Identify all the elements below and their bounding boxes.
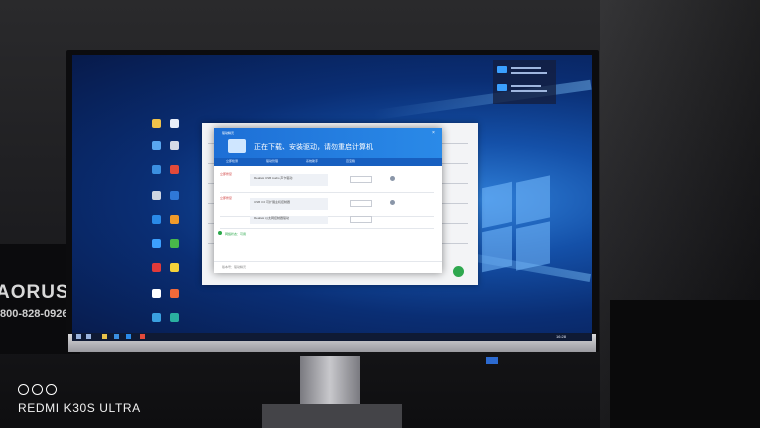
row-label: 立即修复 <box>220 196 233 200</box>
shield-icon <box>228 139 246 153</box>
network-status: 网络状态：可用 <box>225 232 247 236</box>
brand-mark <box>486 357 498 364</box>
start-icon[interactable] <box>76 334 81 339</box>
footer-text: 版本号：驱动精灵 <box>222 265 247 269</box>
explorer-icon[interactable] <box>102 334 107 339</box>
driver-name: Realtek 以太网控制器驱动 <box>254 216 290 220</box>
watermark-dot-icon <box>46 384 57 395</box>
tab-drivers[interactable]: 驱动管理 <box>266 159 278 163</box>
user-folder-icon[interactable] <box>170 119 179 128</box>
status-dot-icon <box>390 200 395 205</box>
app-icon[interactable] <box>152 313 161 322</box>
chrome-icon[interactable] <box>152 289 161 298</box>
app-icon[interactable] <box>140 334 145 339</box>
floating-assistant-icon[interactable] <box>453 266 464 277</box>
app-icon[interactable] <box>170 263 179 272</box>
document-icon[interactable] <box>170 141 179 150</box>
version-select[interactable] <box>350 176 372 183</box>
tab-toolbox[interactable]: 百宝箱 <box>346 159 355 163</box>
driver-row[interactable]: Realtek 以太网控制器驱动 <box>220 212 434 229</box>
network-icon[interactable] <box>152 141 161 150</box>
installer-footer: 版本号：驱动精灵 <box>214 261 442 274</box>
light-beam <box>372 79 592 121</box>
app-icon[interactable] <box>170 165 179 174</box>
taskbar-clock: 16:28 <box>556 334 567 339</box>
edge-icon[interactable] <box>152 215 161 224</box>
watermark-dot-icon <box>18 384 29 395</box>
driver-installer-window[interactable]: 驱动精灵 正在下载、安装驱动，请勿重启计算机 × 立即检测 驱动管理 系统助手 … <box>214 128 442 273</box>
app-icon[interactable] <box>170 215 179 224</box>
close-icon[interactable]: × <box>432 130 435 136</box>
browser-icon[interactable] <box>152 165 161 174</box>
recycle-bin-icon[interactable] <box>152 191 161 200</box>
app-icon[interactable] <box>170 313 179 322</box>
version-select[interactable] <box>350 200 372 207</box>
taskbar: 16:28 <box>72 333 592 341</box>
desktop-icons <box>150 117 190 333</box>
tab-detect[interactable]: 立即检测 <box>226 159 238 163</box>
app-icon[interactable] <box>170 239 179 248</box>
speaker <box>610 300 760 428</box>
windows-logo-icon <box>482 175 552 279</box>
computer-icon[interactable] <box>152 119 161 128</box>
camera-watermark: REDMI K30S ULTRA <box>18 401 141 415</box>
app-icon[interactable] <box>152 263 161 272</box>
notification-panel[interactable] <box>493 60 556 104</box>
browser-icon[interactable] <box>114 334 119 339</box>
driver-row[interactable]: 立即修复 Realtek USB Audio 声卡驱动 <box>220 170 434 193</box>
tab-system[interactable]: 系统助手 <box>306 159 318 163</box>
app-icon[interactable] <box>152 239 161 248</box>
version-select[interactable] <box>350 216 372 223</box>
installer-title: 正在下载、安装驱动，请勿重启计算机 <box>254 144 373 151</box>
edge-icon[interactable] <box>126 334 131 339</box>
cloud-icon <box>497 84 507 91</box>
check-icon <box>218 231 222 235</box>
installer-tabs: 立即检测 驱动管理 系统助手 百宝箱 <box>214 158 442 166</box>
installer-app-name: 驱动精灵 <box>222 131 235 135</box>
search-icon[interactable] <box>86 334 91 339</box>
app-icon[interactable] <box>170 191 179 200</box>
driver-name: USB 3.0 可扩展主机控制器 <box>254 200 291 204</box>
driver-name: Realtek USB Audio 声卡驱动 <box>254 176 293 180</box>
desk-object <box>262 404 402 428</box>
box-brand-text: AORUS <box>0 282 70 303</box>
box-phone-text: 800-828-0926 <box>0 308 69 320</box>
row-label: 立即修复 <box>220 172 233 176</box>
cloud-icon <box>497 66 507 73</box>
watermark-dot-icon <box>32 384 43 395</box>
status-dot-icon <box>390 176 395 181</box>
app-icon[interactable] <box>170 289 179 298</box>
